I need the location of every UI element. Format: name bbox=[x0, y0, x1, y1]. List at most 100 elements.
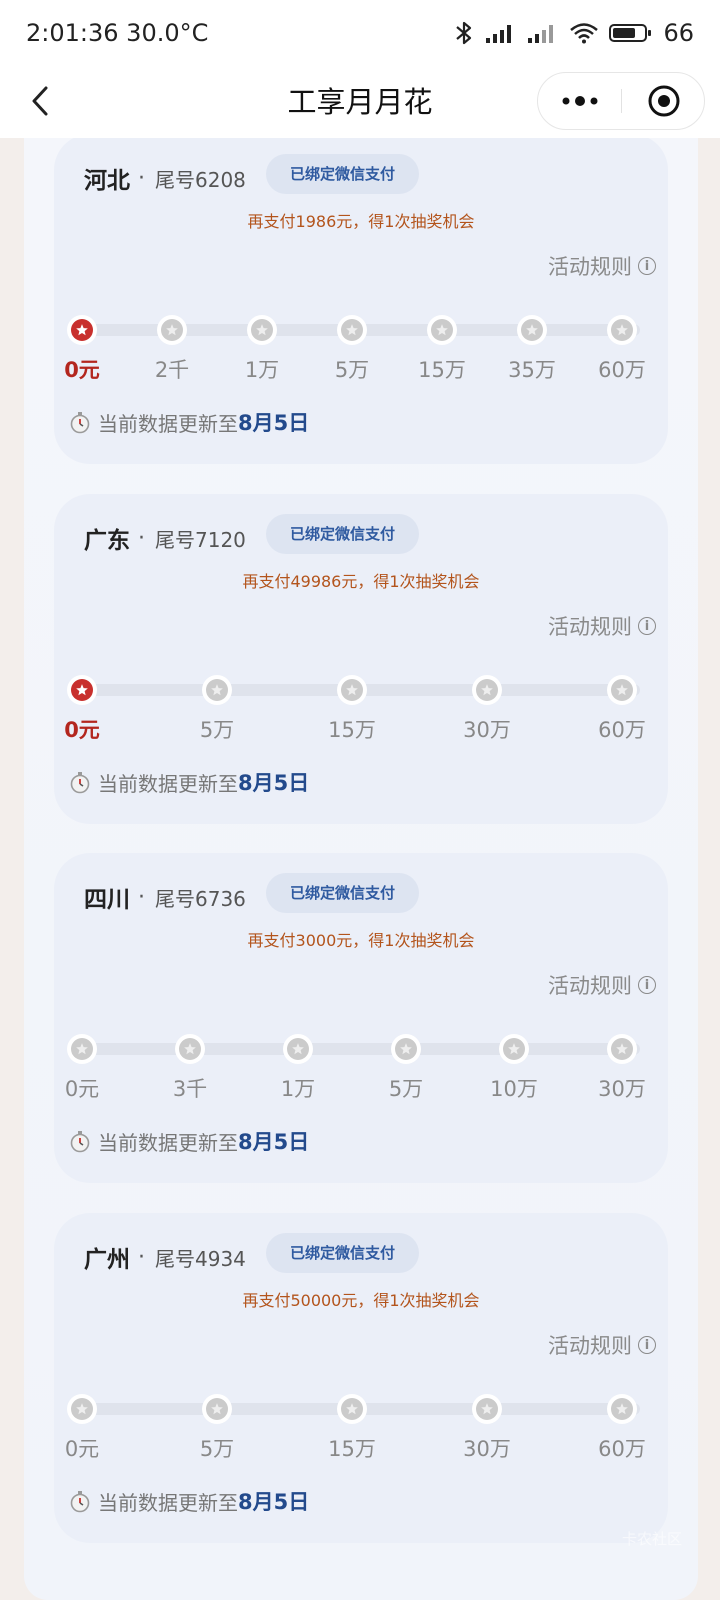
chevron-left-icon bbox=[32, 86, 48, 116]
milestone-label: 0元 bbox=[64, 358, 100, 382]
separator-dot: · bbox=[138, 1244, 145, 1270]
update-date: 8月5日 bbox=[238, 411, 310, 435]
milestone-label: 60万 bbox=[598, 718, 646, 742]
milestone-label: 2千 bbox=[154, 358, 190, 382]
close-button[interactable] bbox=[622, 73, 706, 129]
star-icon bbox=[76, 1043, 88, 1055]
star-icon bbox=[616, 1403, 628, 1415]
update-date: 8月5日 bbox=[238, 1130, 310, 1154]
milestone-label: 10万 bbox=[490, 1077, 538, 1101]
update-prefix: 当前数据更新至 bbox=[98, 1130, 238, 1155]
wechat-bound-badge: 已绑定微信支付 bbox=[266, 873, 420, 913]
info-icon: i bbox=[638, 257, 656, 275]
promo-text: 再支付49986元，得1次抽奖机会 bbox=[242, 572, 480, 591]
star-icon bbox=[211, 684, 223, 696]
activity-rules-link[interactable]: 活动规则 i bbox=[548, 967, 656, 1003]
star-icon bbox=[481, 684, 493, 696]
progress-track bbox=[82, 1043, 640, 1055]
mini-program-capsule bbox=[537, 72, 705, 130]
update-prefix: 当前数据更新至 bbox=[98, 771, 238, 796]
stopwatch-icon bbox=[70, 1491, 90, 1513]
account-card: 河北 · 尾号6208 已绑定微信支付 再支付1986元，得1次抽奖机会 活动规则 i 0元 2… bbox=[54, 138, 668, 464]
milestone-label: 30万 bbox=[463, 718, 511, 742]
star-icon bbox=[211, 1403, 223, 1415]
nav-bar: 工享月月花 bbox=[0, 66, 720, 138]
milestone-label: 15万 bbox=[328, 1437, 376, 1461]
battery-level: 66 bbox=[663, 19, 694, 47]
data-update-note: 当前数据更新至 8月5日 bbox=[68, 764, 309, 800]
star-icon bbox=[508, 1043, 520, 1055]
province-name: 河北 bbox=[84, 168, 130, 194]
star-icon bbox=[616, 684, 628, 696]
activity-rules-link[interactable]: 活动规则 i bbox=[548, 608, 656, 644]
province-name: 广东 bbox=[84, 528, 130, 554]
info-icon: i bbox=[638, 617, 656, 635]
wechat-bound-badge: 已绑定微信支付 bbox=[266, 514, 420, 554]
bluetooth-icon bbox=[456, 21, 472, 45]
province-name: 四川 bbox=[84, 887, 130, 913]
star-icon bbox=[526, 324, 538, 336]
milestone-label: 30万 bbox=[598, 1077, 646, 1101]
star-icon bbox=[184, 1043, 196, 1055]
milestone-label: 3千 bbox=[172, 1077, 208, 1101]
wechat-bound-badge: 已绑定微信支付 bbox=[266, 154, 420, 194]
milestone-node bbox=[607, 315, 637, 345]
data-update-note: 当前数据更新至 8月5日 bbox=[68, 1123, 309, 1159]
milestone-label: 5万 bbox=[334, 358, 370, 382]
status-temperature: 30.0°C bbox=[126, 19, 209, 47]
activity-rules-link[interactable]: 活动规则 i bbox=[548, 248, 656, 284]
card-tail-number: 尾号4934 bbox=[155, 1246, 246, 1271]
milestone-node bbox=[499, 1034, 529, 1064]
more-button[interactable] bbox=[538, 73, 622, 129]
milestone-node bbox=[517, 315, 547, 345]
update-prefix: 当前数据更新至 bbox=[98, 411, 238, 436]
card-header: 广州 · 尾号4934 bbox=[84, 1237, 246, 1277]
milestone-label: 5万 bbox=[199, 718, 235, 742]
promo-text: 再支付3000元，得1次抽奖机会 bbox=[247, 931, 475, 950]
milestone-node bbox=[175, 1034, 205, 1064]
wechat-bound-badge: 已绑定微信支付 bbox=[266, 1233, 420, 1273]
signal-icon bbox=[486, 25, 512, 43]
activity-rules-label: 活动规则 bbox=[548, 615, 632, 639]
account-card: 四川 · 尾号6736 已绑定微信支付 再支付3000元，得1次抽奖机会 活动规则 i 0元 3… bbox=[54, 853, 668, 1183]
milestone-node bbox=[202, 675, 232, 705]
star-icon bbox=[436, 324, 448, 336]
activity-rules-link[interactable]: 活动规则 i bbox=[548, 1327, 656, 1363]
status-icons: 66 bbox=[453, 19, 694, 47]
milestone-node bbox=[472, 1394, 502, 1424]
status-bar: 2:01:36 30.0°C 66 bbox=[0, 0, 720, 66]
star-icon bbox=[166, 324, 178, 336]
signal-2-icon bbox=[528, 25, 554, 43]
milestone-label: 15万 bbox=[418, 358, 466, 382]
card-header: 广东 · 尾号7120 bbox=[84, 518, 246, 558]
account-card: 广州 · 尾号4934 已绑定微信支付 再支付50000元，得1次抽奖机会 活动规则 i 0元… bbox=[54, 1213, 668, 1543]
milestone-node bbox=[67, 315, 97, 345]
card-tail-number: 尾号6208 bbox=[155, 167, 246, 192]
star-icon bbox=[346, 1403, 358, 1415]
milestone-node bbox=[607, 675, 637, 705]
status-time: 2:01:36 bbox=[26, 19, 119, 47]
update-date: 8月5日 bbox=[238, 1490, 310, 1514]
separator-dot: · bbox=[138, 165, 145, 191]
milestone-node bbox=[607, 1034, 637, 1064]
milestone-node bbox=[283, 1034, 313, 1064]
battery-icon bbox=[609, 24, 652, 42]
status-time-temp: 2:01:36 30.0°C bbox=[26, 19, 208, 47]
star-icon bbox=[616, 1043, 628, 1055]
wifi-icon bbox=[570, 23, 599, 44]
back-button[interactable] bbox=[20, 78, 60, 124]
milestone-label: 15万 bbox=[328, 718, 376, 742]
milestone-node bbox=[202, 1394, 232, 1424]
milestone-node bbox=[337, 675, 367, 705]
milestone-label: 0元 bbox=[64, 1437, 100, 1461]
milestone-node bbox=[247, 315, 277, 345]
star-icon bbox=[346, 324, 358, 336]
star-icon bbox=[481, 1403, 493, 1415]
card-tail-number: 尾号7120 bbox=[155, 527, 246, 552]
activity-rules-label: 活动规则 bbox=[548, 1334, 632, 1358]
milestone-node bbox=[472, 675, 502, 705]
milestone-label: 35万 bbox=[508, 358, 556, 382]
update-date: 8月5日 bbox=[238, 771, 310, 795]
more-dots-icon bbox=[562, 96, 598, 106]
milestone-node bbox=[67, 1394, 97, 1424]
